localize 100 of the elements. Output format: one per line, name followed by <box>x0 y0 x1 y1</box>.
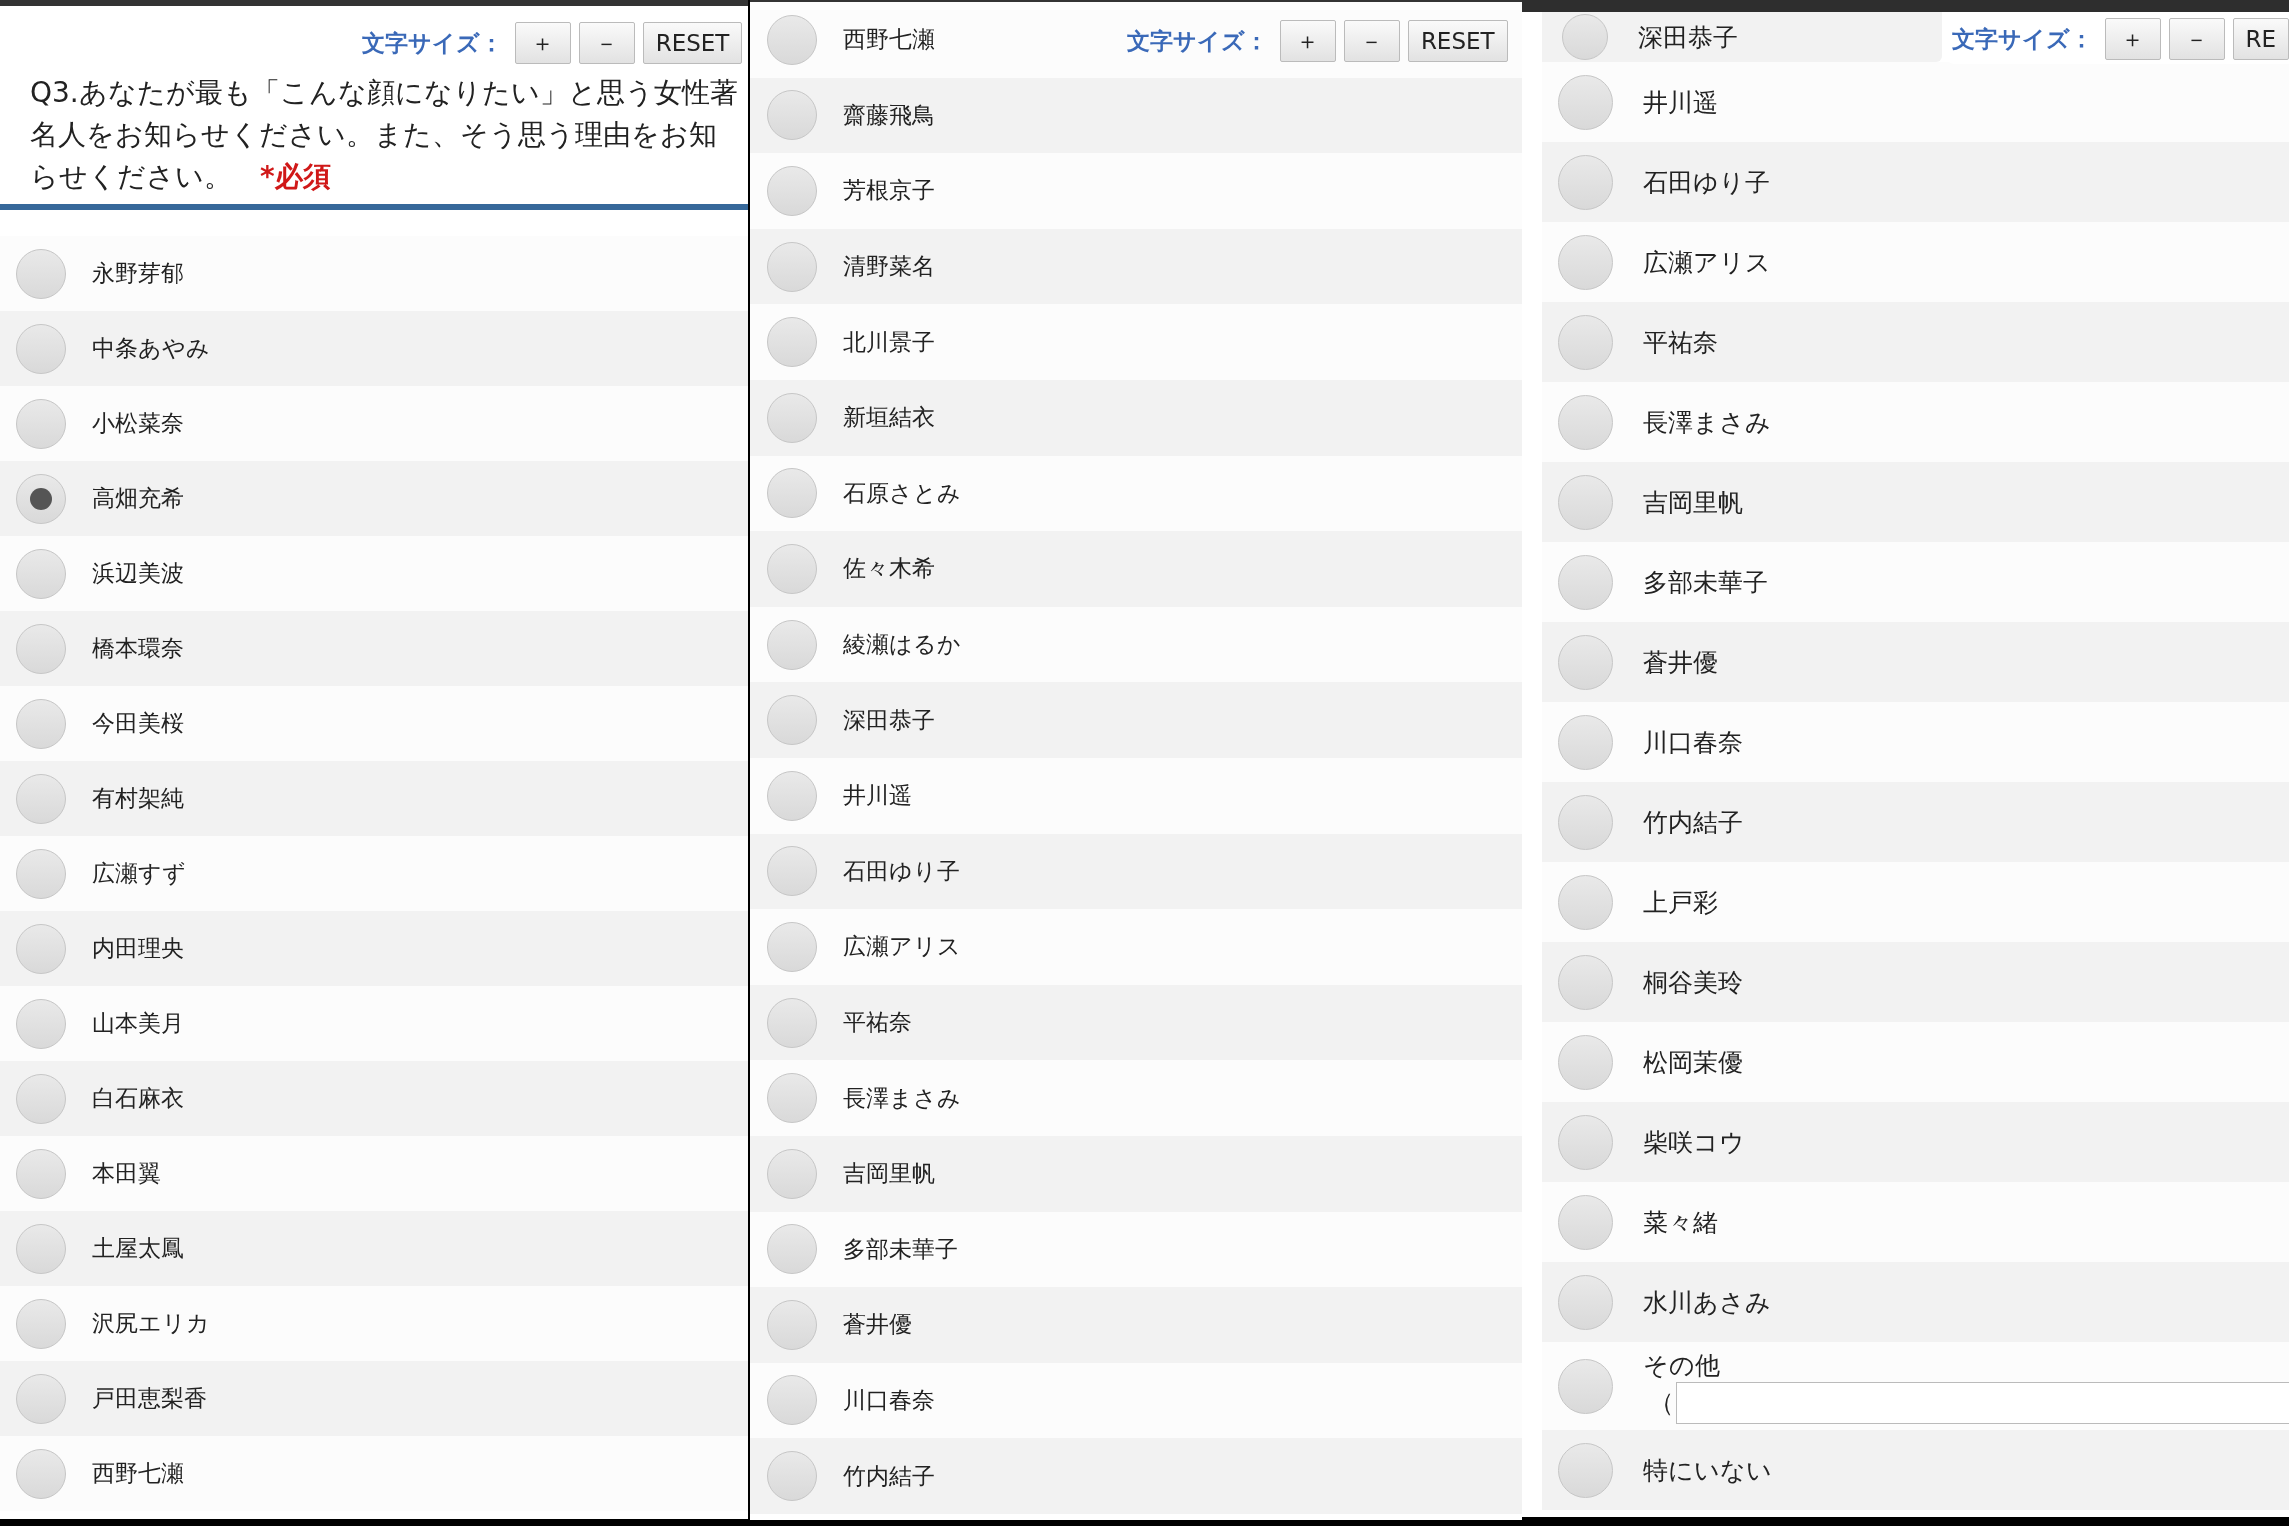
option-label: 佐々木希 <box>843 554 936 584</box>
font-size-button[interactable]: ＋ <box>514 22 571 64</box>
option-label: 石田ゆり子 <box>1642 166 1770 199</box>
radio-button[interactable] <box>16 1298 66 1349</box>
font-size-button[interactable]: ＋ <box>2104 18 2161 60</box>
option-label: 吉岡里帆 <box>843 1159 936 1189</box>
option-label: 小松菜奈 <box>92 409 184 438</box>
font-size-label: 文字サイズ： <box>1951 24 2093 54</box>
option-label: 中条あやみ <box>92 334 210 363</box>
option-label: 山本美月 <box>92 1009 184 1038</box>
option-label: 上戸彩 <box>1642 886 1718 919</box>
option-label: 川口春奈 <box>843 1386 936 1415</box>
option-label: 井川遥 <box>1642 86 1718 119</box>
option-label: 平祐奈 <box>843 1008 913 1037</box>
radio-button[interactable] <box>767 166 818 216</box>
option-row[interactable]: 齋藤飛鳥 <box>750 77 1522 154</box>
option-label: 綾瀬はるか <box>843 630 962 660</box>
option-label: 多部未華子 <box>843 1234 959 1264</box>
option-label: 沢尻エリカ <box>92 1309 210 1338</box>
radio-button[interactable] <box>16 1073 66 1124</box>
option-label: 吉岡里帆 <box>1642 486 1743 519</box>
option-label: 有村架純 <box>92 784 184 813</box>
radio-button[interactable] <box>16 773 66 824</box>
radio-button[interactable] <box>1561 14 1608 60</box>
option-row[interactable]: 深田恭子 <box>750 682 1522 758</box>
option-label: 平祐奈 <box>1642 326 1718 359</box>
font-size-button[interactable]: RE <box>2232 18 2289 60</box>
font-size-label: 文字サイズ： <box>1126 26 1268 56</box>
option-label: 長澤まさみ <box>843 1083 962 1113</box>
font-size-button[interactable]: － <box>578 22 635 64</box>
radio-button[interactable] <box>16 848 66 899</box>
option-label: 菜々緒 <box>1642 1206 1718 1239</box>
radio-button[interactable] <box>16 998 66 1049</box>
option-label: 井川遥 <box>843 781 913 811</box>
paren-text: （ <box>1648 1387 1674 1419</box>
radio-button[interactable] <box>16 923 66 974</box>
option-row[interactable]: 白石麻衣 <box>0 1061 749 1136</box>
option-label: 新垣結衣 <box>843 403 936 433</box>
radio-button[interactable] <box>16 1148 66 1199</box>
font-size-button[interactable]: RESET <box>1407 20 1508 62</box>
radio-button[interactable] <box>16 323 66 374</box>
option-row[interactable]: 新垣結衣 <box>750 379 1522 456</box>
option-row[interactable]: 石田ゆり子 <box>1541 142 2289 222</box>
option-row[interactable]: 柴咲コウ <box>1541 1102 2289 1182</box>
option-row[interactable]: 桐谷美玲 <box>1541 942 2289 1022</box>
font-size-button[interactable]: － <box>1343 20 1400 62</box>
font-size-button[interactable]: RESET <box>642 22 743 64</box>
option-label: 今田美桜 <box>92 709 184 738</box>
radio-button[interactable] <box>16 1223 66 1274</box>
font-size-button[interactable]: － <box>2168 18 2225 60</box>
option-label: 橋本環奈 <box>92 634 184 663</box>
option-row[interactable]: 石田ゆり子 <box>750 833 1522 910</box>
question-text: Q3.あなたが最も「こんな顔になりたい」と思う女性著名人をお知らせください。また、そう思う理由をお知らせください。 *必須 <box>30 75 739 195</box>
radio-button[interactable] <box>16 398 66 449</box>
radio-button[interactable] <box>16 623 66 674</box>
option-row[interactable]: 竹内結子 <box>750 1438 1522 1514</box>
option-row[interactable]: 蒼井優 <box>1541 622 2289 702</box>
radio-button[interactable] <box>16 1373 66 1424</box>
option-row[interactable]: 吉岡里帆 <box>1541 462 2289 542</box>
option-row[interactable]: 中条あやみ <box>0 311 749 386</box>
option-row[interactable]: 特にいない <box>1541 1430 2289 1510</box>
option-row[interactable]: 戸田恵梨香 <box>0 1361 749 1436</box>
option-row[interactable]: 平祐奈 <box>750 984 1522 1061</box>
radio-button[interactable] <box>16 698 66 749</box>
font-size-label: 文字サイズ： <box>361 28 503 58</box>
option-label: 浜辺美波 <box>92 559 184 588</box>
option-label: 深田恭子 <box>843 705 936 735</box>
option-label: 清野菜名 <box>843 252 936 282</box>
option-row[interactable]: 竹内結子 <box>1541 782 2289 862</box>
option-label: 北川景子 <box>843 327 936 357</box>
option-row[interactable]: 橋本環奈 <box>0 611 749 686</box>
option-label: その他 <box>1642 1349 1721 1382</box>
option-row[interactable]: 平祐奈 <box>1541 302 2289 382</box>
option-row[interactable]: 蒼井優 <box>750 1287 1522 1363</box>
option-row[interactable]: 水川あさみ <box>1541 1262 2289 1342</box>
radio-button[interactable] <box>16 248 66 299</box>
option-label: 竹内結子 <box>1642 806 1743 839</box>
option-row[interactable]: 佐々木希 <box>750 531 1522 607</box>
option-label: 土屋太鳳 <box>92 1234 184 1263</box>
option-label: 水川あさみ <box>1642 1286 1771 1319</box>
option-row[interactable]: 吉岡里帆 <box>750 1135 1522 1212</box>
other-input-field[interactable] <box>1675 1381 2289 1424</box>
option-row[interactable]: 内田理央 <box>0 911 749 986</box>
option-row[interactable]: 深田恭子 <box>1541 12 1942 62</box>
option-label: 特にいない <box>1642 1454 1772 1487</box>
option-row[interactable]: 土屋太鳳 <box>0 1211 749 1286</box>
option-label: 蒼井優 <box>1642 646 1718 679</box>
radio-button[interactable] <box>16 548 66 599</box>
option-label: 柴咲コウ <box>1642 1126 1745 1159</box>
radio-button[interactable] <box>16 1448 66 1499</box>
option-row[interactable]: 高畑充希 <box>0 461 749 536</box>
option-row[interactable]: 清野菜名 <box>750 228 1522 305</box>
option-label: 桐谷美玲 <box>1642 966 1743 999</box>
font-size-button[interactable]: ＋ <box>1279 20 1336 62</box>
option-label: 深田恭子 <box>1637 21 1738 54</box>
option-label: 広瀬アリス <box>843 932 962 962</box>
option-label: 戸田恵梨香 <box>92 1384 207 1413</box>
option-row[interactable]: 有村架純 <box>0 761 749 836</box>
radio-button[interactable] <box>16 473 66 524</box>
option-label: 川口春奈 <box>1642 726 1743 759</box>
